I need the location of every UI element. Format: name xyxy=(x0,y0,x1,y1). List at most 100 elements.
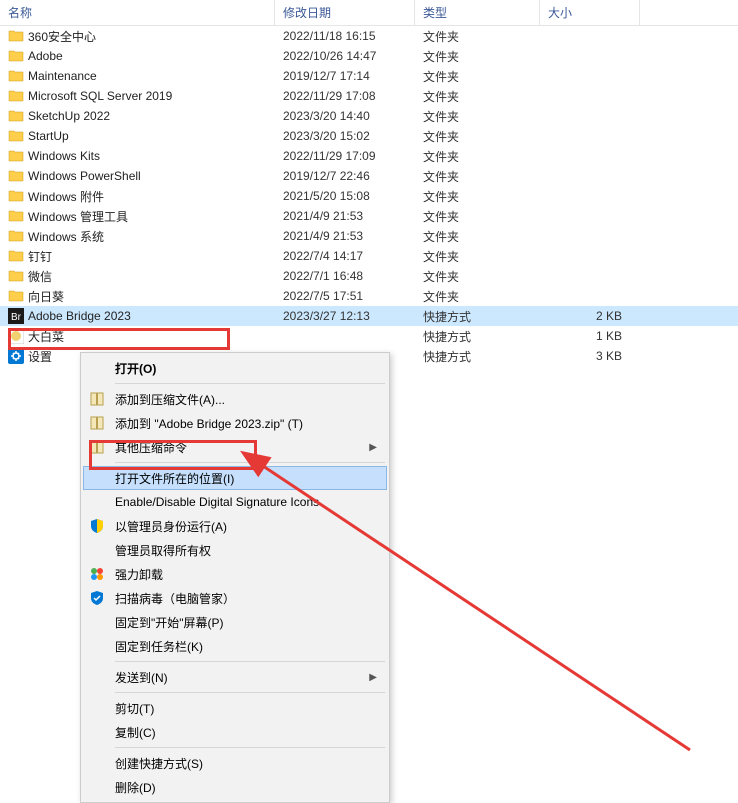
menu-item-label: 创建快捷方式(S) xyxy=(115,755,203,772)
bridge-icon: Br xyxy=(8,308,24,324)
file-name-label: Windows 管理工具 xyxy=(28,208,267,225)
file-size-cell xyxy=(540,134,640,138)
file-size-cell xyxy=(540,114,640,118)
folder-icon xyxy=(8,268,24,284)
menu-item[interactable]: 以管理员身份运行(A) xyxy=(83,514,387,538)
file-row[interactable]: Windows PowerShell2019/12/7 22:46文件夹 xyxy=(0,166,738,186)
file-row[interactable]: StartUp2023/3/20 15:02文件夹 xyxy=(0,126,738,146)
file-name-label: 向日葵 xyxy=(28,288,267,305)
file-row[interactable]: 向日葵2022/7/5 17:51文件夹 xyxy=(0,286,738,306)
column-type[interactable]: 类型 xyxy=(415,0,540,25)
file-name-cell: Windows 系统 xyxy=(0,226,275,247)
column-name[interactable]: 名称 xyxy=(0,0,275,25)
file-name-cell: 微信 xyxy=(0,266,275,287)
file-size-cell xyxy=(540,194,640,198)
file-size-cell xyxy=(540,34,640,38)
folder-icon xyxy=(8,68,24,84)
menu-item[interactable]: 删除(D) xyxy=(83,775,387,799)
file-name-label: Windows 系统 xyxy=(28,228,267,245)
menu-item[interactable]: 复制(C) xyxy=(83,720,387,744)
dbc-icon xyxy=(8,328,24,344)
menu-item-label: 复制(C) xyxy=(115,724,156,741)
column-date[interactable]: 修改日期 xyxy=(275,0,415,25)
menu-item[interactable]: 强力卸载 xyxy=(83,562,387,586)
menu-item-label: 固定到任务栏(K) xyxy=(115,638,203,655)
file-name-cell: Windows PowerShell xyxy=(0,166,275,186)
file-type-cell: 快捷方式 xyxy=(415,346,540,367)
menu-item[interactable]: 打开文件所在的位置(I) xyxy=(83,466,387,490)
file-size-cell xyxy=(540,294,640,298)
file-name-cell: Windows 管理工具 xyxy=(0,206,275,227)
file-row[interactable]: SketchUp 20222023/3/20 14:40文件夹 xyxy=(0,106,738,126)
folder-icon xyxy=(8,108,24,124)
file-name-cell: Microsoft SQL Server 2019 xyxy=(0,86,275,106)
menu-item[interactable]: 打开(O) xyxy=(83,356,387,380)
file-type-cell: 快捷方式 xyxy=(415,306,540,327)
file-name-label: StartUp xyxy=(28,129,267,143)
file-row[interactable]: Adobe2022/10/26 14:47文件夹 xyxy=(0,46,738,66)
file-size-cell xyxy=(540,74,640,78)
file-date-cell: 2023/3/20 15:02 xyxy=(275,127,415,145)
menu-item-label: 打开(O) xyxy=(115,360,156,377)
menu-item[interactable]: 创建快捷方式(S) xyxy=(83,751,387,775)
file-name-cell: StartUp xyxy=(0,126,275,146)
file-row[interactable]: Microsoft SQL Server 20192022/11/29 17:0… xyxy=(0,86,738,106)
file-type-cell: 文件夹 xyxy=(415,226,540,247)
menu-item[interactable]: Enable/Disable Digital Signature Icons xyxy=(83,490,387,514)
menu-separator xyxy=(115,747,385,748)
uninstall-icon xyxy=(89,566,105,582)
file-type-cell: 快捷方式 xyxy=(415,326,540,347)
file-name-label: 360安全中心 xyxy=(28,28,267,45)
file-row[interactable]: Windows 系统 2021/4/9 21:53文件夹 xyxy=(0,226,738,246)
menu-item[interactable]: 其他压缩命令▶ xyxy=(83,435,387,459)
file-row[interactable]: Windows Kits2022/11/29 17:09文件夹 xyxy=(0,146,738,166)
menu-item[interactable]: 剪切(T) xyxy=(83,696,387,720)
file-date-cell: 2023/3/20 14:40 xyxy=(275,107,415,125)
menu-item[interactable]: 发送到(N) ▶ xyxy=(83,665,387,689)
menu-item-label: 扫描病毒（电脑管家） xyxy=(115,590,235,607)
folder-icon xyxy=(8,28,24,44)
antivirus-icon xyxy=(89,590,105,606)
file-date-cell: 2022/11/29 17:09 xyxy=(275,147,415,165)
shield-icon xyxy=(89,518,105,534)
file-row[interactable]: BrAdobe Bridge 20232023/3/27 12:13快捷方式2 … xyxy=(0,306,738,326)
file-name-label: Maintenance xyxy=(28,69,267,83)
file-row[interactable]: Maintenance2019/12/7 17:14文件夹 xyxy=(0,66,738,86)
file-date-cell: 2021/5/20 15:08 xyxy=(275,187,415,205)
file-type-cell: 文件夹 xyxy=(415,246,540,267)
file-name-label: Windows Kits xyxy=(28,149,267,163)
file-row[interactable]: 钉钉2022/7/4 14:17文件夹 xyxy=(0,246,738,266)
menu-item[interactable]: 扫描病毒（电脑管家） xyxy=(83,586,387,610)
file-type-cell: 文件夹 xyxy=(415,266,540,287)
file-name-cell: 360安全中心 xyxy=(0,26,275,47)
menu-item-label: 发送到(N) xyxy=(115,669,168,686)
menu-item[interactable]: 固定到"开始"屏幕(P) xyxy=(83,610,387,634)
menu-item-label: 以管理员身份运行(A) xyxy=(115,518,227,535)
file-list-header: 名称 修改日期 类型 大小 xyxy=(0,0,738,26)
file-name-cell: 向日葵 xyxy=(0,286,275,307)
menu-item-label: 添加到压缩文件(A)... xyxy=(115,391,225,408)
file-type-cell: 文件夹 xyxy=(415,46,540,67)
file-size-cell xyxy=(540,154,640,158)
file-size-cell: 2 KB xyxy=(540,307,640,325)
menu-item-label: Enable/Disable Digital Signature Icons xyxy=(115,495,319,509)
file-row[interactable]: Windows 附件2021/5/20 15:08文件夹 xyxy=(0,186,738,206)
menu-item[interactable]: 管理员取得所有权 xyxy=(83,538,387,562)
file-row[interactable]: 360安全中心2022/11/18 16:15文件夹 xyxy=(0,26,738,46)
file-row[interactable]: 大白菜快捷方式1 KB xyxy=(0,326,738,346)
menu-item[interactable]: 添加到 "Adobe Bridge 2023.zip" (T) xyxy=(83,411,387,435)
file-type-cell: 文件夹 xyxy=(415,86,540,107)
file-type-cell: 文件夹 xyxy=(415,66,540,87)
file-row[interactable]: Windows 管理工具2021/4/9 21:53文件夹 xyxy=(0,206,738,226)
file-name-cell: Adobe xyxy=(0,46,275,66)
zip-icon xyxy=(89,391,105,407)
file-date-cell: 2019/12/7 22:46 xyxy=(275,167,415,185)
menu-item-label: 删除(D) xyxy=(115,779,156,796)
menu-item[interactable]: 固定到任务栏(K) xyxy=(83,634,387,658)
chevron-right-icon: ▶ xyxy=(369,672,377,683)
menu-item[interactable]: 添加到压缩文件(A)... xyxy=(83,387,387,411)
file-row[interactable]: 微信2022/7/1 16:48文件夹 xyxy=(0,266,738,286)
folder-icon xyxy=(8,88,24,104)
file-date-cell: 2021/4/9 21:53 xyxy=(275,227,415,245)
column-size[interactable]: 大小 xyxy=(540,0,640,25)
